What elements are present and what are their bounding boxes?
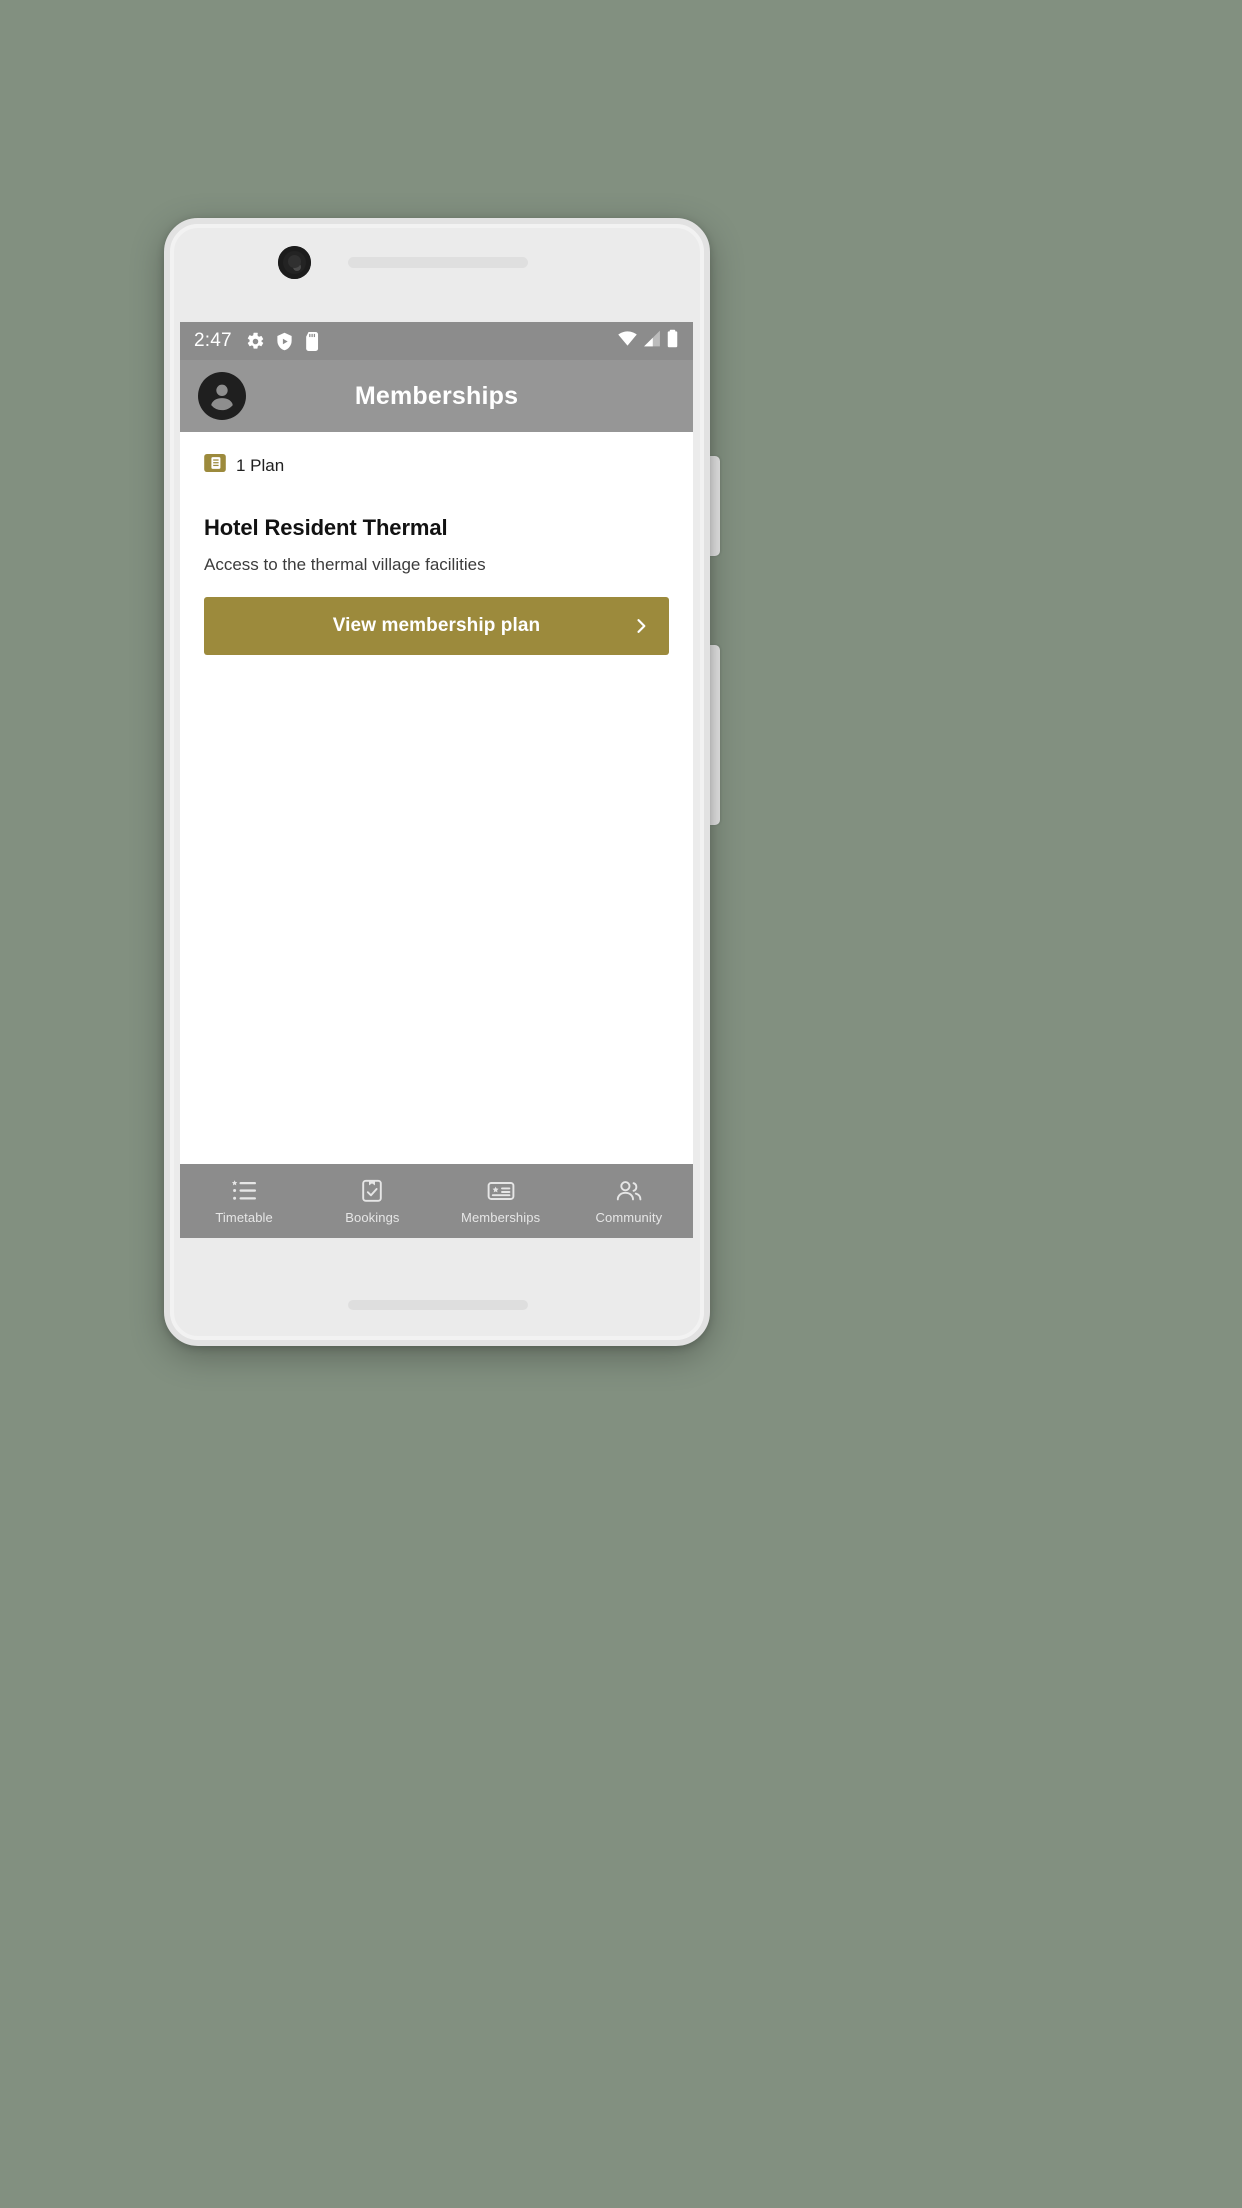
nav-label-community: Community — [595, 1209, 663, 1225]
main-content: 1 Plan Hotel Resident Thermal Access to … — [180, 432, 693, 1164]
bottom-navigation: Timetable Bookings Memberships Community — [180, 1164, 693, 1238]
nav-label-memberships: Memberships — [461, 1209, 541, 1225]
nav-item-timetable[interactable]: Timetable — [180, 1178, 308, 1225]
membership-card-icon — [204, 454, 226, 477]
screenshot-stage: 2:47 Memberships 1 Plan Hotel Resident T… — [0, 0, 1242, 2208]
nav-item-memberships[interactable]: Memberships — [437, 1178, 565, 1225]
volume-button[interactable] — [710, 456, 720, 556]
wifi-icon — [617, 329, 638, 353]
nav-item-bookings[interactable]: Bookings — [308, 1178, 436, 1225]
status-clock: 2:47 — [194, 330, 232, 351]
shield-play-icon — [275, 332, 294, 351]
page-title: Memberships — [354, 381, 519, 410]
view-membership-plan-label: View membership plan — [332, 615, 541, 636]
front-camera-icon — [278, 246, 311, 279]
view-membership-plan-button[interactable]: View membership plan — [204, 597, 669, 655]
cellular-signal-icon — [642, 329, 662, 353]
membership-card-star-icon — [487, 1178, 515, 1204]
plan-description: Access to the thermal village facilities — [204, 555, 486, 574]
nav-label-bookings: Bookings — [345, 1209, 400, 1225]
status-bar-right-icons — [617, 329, 679, 353]
nav-label-timetable: Timetable — [215, 1209, 273, 1225]
star-list-icon — [231, 1178, 257, 1204]
app-bar: Memberships — [180, 360, 693, 432]
bottom-speaker — [348, 1300, 528, 1310]
battery-icon — [666, 329, 679, 353]
avatar[interactable] — [198, 372, 246, 420]
plan-count-label: 1 Plan — [236, 455, 285, 475]
earpiece-speaker — [348, 257, 528, 268]
power-button[interactable] — [710, 645, 720, 825]
chevron-right-icon — [631, 616, 651, 636]
people-group-icon — [615, 1178, 643, 1204]
nav-item-community[interactable]: Community — [565, 1178, 693, 1225]
clipboard-check-icon — [360, 1178, 384, 1204]
phone-screen: 2:47 Memberships 1 Plan Hotel Resident T… — [180, 322, 693, 1238]
plan-count-row: 1 Plan — [204, 432, 669, 477]
sd-card-icon — [304, 331, 321, 351]
gear-icon — [246, 332, 265, 351]
status-bar: 2:47 — [180, 322, 693, 360]
plan-title: Hotel Resident Thermal — [204, 515, 448, 540]
